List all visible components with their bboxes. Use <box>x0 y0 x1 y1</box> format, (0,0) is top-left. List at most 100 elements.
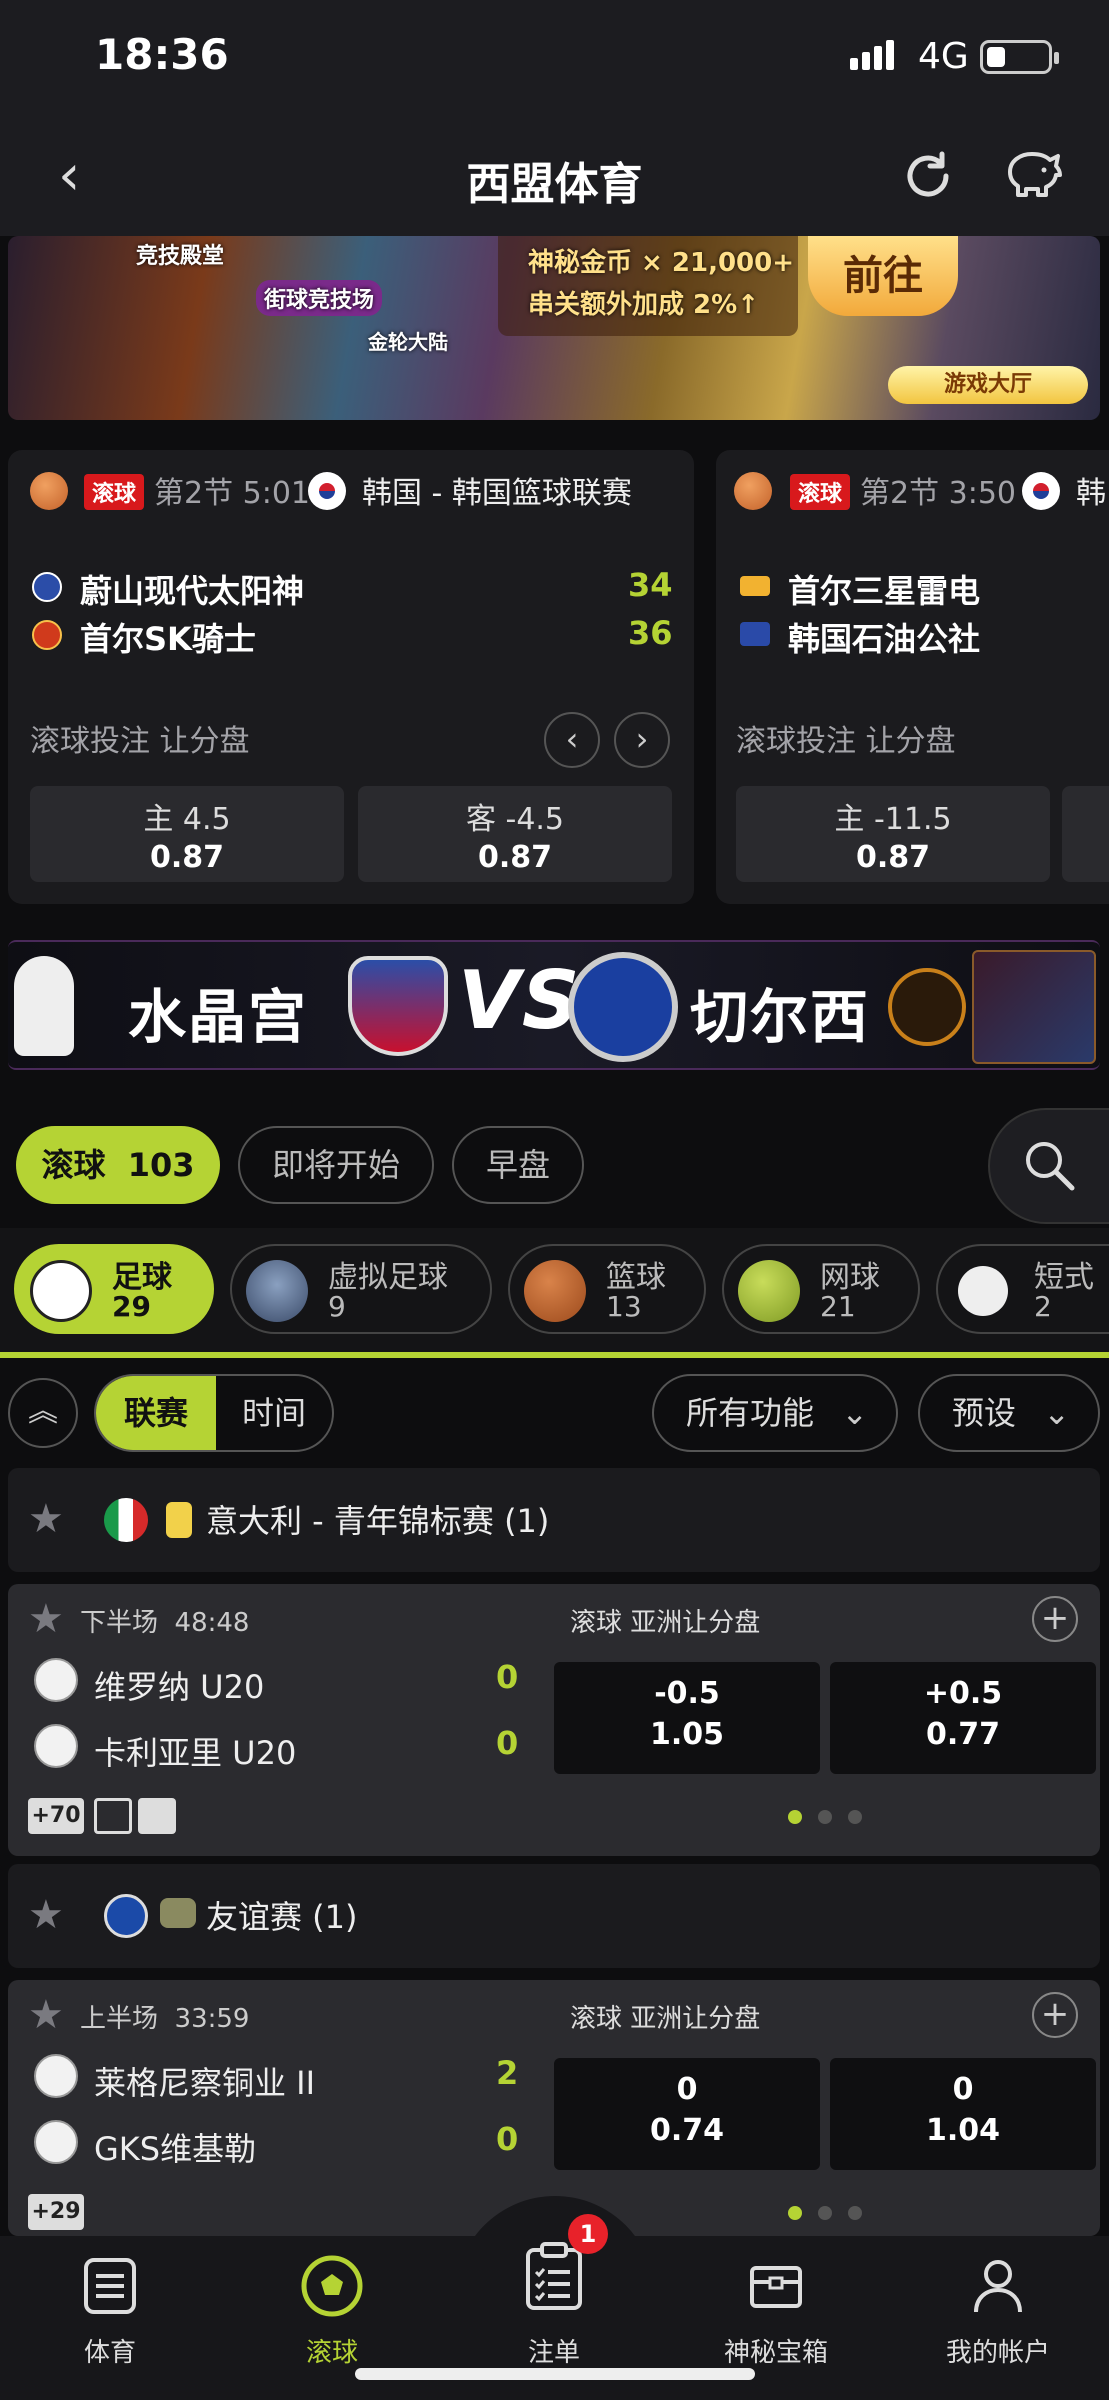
home-score: 2 <box>496 2054 519 2092</box>
basketball-icon <box>734 472 772 510</box>
league-logo <box>160 1898 196 1928</box>
home-indicator <box>355 2368 755 2380</box>
odds-button[interactable]: 0 0.74 <box>554 2058 820 2170</box>
plus-icon[interactable]: + <box>1032 1992 1078 2038</box>
odds-label: 客 -4.5 <box>465 802 565 837</box>
search-button[interactable] <box>988 1108 1109 1224</box>
live-badge: 滚球 <box>84 474 145 510</box>
top-promo-banner[interactable]: 竞技殿堂 街球竞技场 金轮大陆 神秘金币 × 21,000+ 串关额外加成 2%… <box>8 236 1100 420</box>
home-score: 34 <box>628 566 673 604</box>
star-icon[interactable]: ★ <box>28 1496 64 1542</box>
live-badge: 滚球 <box>790 474 851 510</box>
odds-button[interactable]: 0 1.04 <box>830 2058 1096 2170</box>
plus-icon[interactable]: + <box>1032 1596 1078 1642</box>
preset-dropdown-label: 预设 <box>952 1394 1017 1432</box>
league-header[interactable]: ★ 意大利 - 青年锦标赛 (1) <box>8 1468 1100 1572</box>
toggle-league[interactable]: 联赛 <box>96 1376 216 1450</box>
odds-button[interactable]: 主 4.5 0.87 <box>30 786 344 882</box>
odds-button[interactable] <box>1062 786 1109 882</box>
refresh-icon[interactable] <box>900 148 956 204</box>
piggy-bank-icon[interactable] <box>1000 146 1062 204</box>
match-row[interactable]: ★ 下半场 48:48 滚球 亚洲让分盘 + 维罗纳 U20 0 卡利亚里 U2… <box>8 1584 1100 1856</box>
sport-chip-tennis[interactable]: 网球 21 <box>722 1244 920 1334</box>
match-clock: 33:59 <box>174 2004 250 2034</box>
korea-flag-icon <box>1022 472 1060 510</box>
home-score: 0 <box>496 1658 519 1696</box>
international-flag-icon <box>104 1894 148 1938</box>
field-icon[interactable] <box>94 1798 132 1834</box>
reward-line-2: 串关额外加成 2%↑ <box>528 290 759 320</box>
collapse-all-icon[interactable]: ︽ <box>8 1378 78 1448</box>
match-promo-banner[interactable]: 水晶宫 VS 切尔西 <box>8 940 1100 1070</box>
korea-flag-icon <box>308 472 346 510</box>
away-team: 卡利亚里 U20 <box>94 1734 297 1772</box>
odds-line: 0 <box>952 2072 974 2107</box>
view-toggle: 联赛 时间 <box>94 1374 334 1452</box>
match-phase-label: 下半场 <box>80 1608 159 1638</box>
nav-label: 神秘宝箱 <box>723 2338 828 2368</box>
odds-button[interactable]: 客 -4.5 0.87 <box>358 786 672 882</box>
team-logo <box>32 620 62 650</box>
away-team: 韩国石油公社 <box>788 620 981 658</box>
nav-label: 注单 <box>527 2338 580 2368</box>
odds-line: -0.5 <box>654 1676 720 1711</box>
odds-price: 0.87 <box>855 840 931 875</box>
football-icon <box>34 1658 78 1702</box>
sport-chip-football[interactable]: 足球 29 <box>14 1244 214 1334</box>
odds-button[interactable]: +0.5 0.77 <box>830 1662 1096 1774</box>
team-logo <box>740 576 770 596</box>
filter-live[interactable]: 滚球 103 <box>16 1126 220 1204</box>
network-type: 4G <box>918 36 969 77</box>
more-markets-badge[interactable]: +70 <box>28 1798 84 1834</box>
vs-label: VS <box>458 954 582 1047</box>
filter-early[interactable]: 早盘 <box>452 1126 584 1204</box>
team-b-name: 切尔西 <box>690 983 871 1051</box>
sport-count: 2 <box>1034 1290 1052 1323</box>
user-icon <box>974 2260 1022 2313</box>
preset-dropdown[interactable]: 预设 ⌄ <box>918 1374 1100 1452</box>
live-card[interactable]: 滚球 第2节 3:50 韩 首尔三星雷电 韩国石油公社 滚球投注 让分盘 主 -… <box>716 450 1109 904</box>
sport-chip-virtual-football[interactable]: 虚拟足球 9 <box>230 1244 492 1334</box>
star-icon[interactable]: ★ <box>28 1992 64 2038</box>
match-period: 第2节 3:50 <box>860 476 1016 511</box>
star-icon[interactable]: ★ <box>28 1892 64 1938</box>
league-name: 韩 <box>1076 476 1106 511</box>
home-team: 莱格尼察铜业 II <box>94 2064 316 2102</box>
league-name: 意大利 - 青年锦标赛 (1) <box>206 1502 550 1540</box>
premier-league-logo <box>14 956 74 1056</box>
football-icon <box>34 2054 78 2098</box>
league-header[interactable]: ★ 友谊赛 (1) <box>8 1864 1100 1968</box>
nav-label: 体育 <box>83 2338 136 2368</box>
filter-upcoming[interactable]: 即将开始 <box>238 1126 434 1204</box>
sport-count: 21 <box>820 1290 856 1323</box>
features-dropdown[interactable]: 所有功能 ⌄ <box>652 1374 898 1452</box>
stats-icon[interactable] <box>138 1798 176 1834</box>
banner-go-button[interactable]: 前往 <box>808 236 958 316</box>
odds-line: +0.5 <box>923 1676 1003 1711</box>
toggle-time[interactable]: 时间 <box>216 1376 332 1450</box>
home-team: 蔚山现代太阳神 <box>80 572 305 610</box>
team-logo <box>32 572 62 602</box>
odds-button[interactable]: 主 -11.5 0.87 <box>736 786 1050 882</box>
football-icon <box>34 1724 78 1768</box>
football-icon <box>34 2120 78 2164</box>
sport-chip-short-format[interactable]: 短式 2 <box>936 1244 1109 1334</box>
virtual-football-icon <box>246 1260 308 1322</box>
star-icon[interactable]: ★ <box>28 1596 64 1642</box>
list-icon <box>84 2258 136 2314</box>
odds-button[interactable]: -0.5 1.05 <box>554 1662 820 1774</box>
league-name: 友谊赛 (1) <box>206 1898 358 1936</box>
odds-price: 0.74 <box>649 2113 725 2148</box>
betslip-count-badge: 1 <box>568 2214 608 2254</box>
prev-arrow-icon[interactable]: ‹ <box>544 712 600 768</box>
trophy-icon <box>888 968 966 1046</box>
more-markets-badge[interactable]: +29 <box>28 2194 84 2230</box>
live-card[interactable]: 滚球 第2节 5:01 韩国 - 韩国篮球联赛 蔚山现代太阳神 34 首尔SK骑… <box>8 450 694 904</box>
clipboard-icon <box>526 2242 582 2310</box>
crystal-palace-crest <box>348 956 448 1056</box>
match-period: 第2节 5:01 <box>154 476 310 511</box>
sport-chip-basketball[interactable]: 篮球 13 <box>508 1244 706 1334</box>
next-arrow-icon[interactable]: › <box>614 712 670 768</box>
market-label: 滚球投注 让分盘 <box>30 724 250 759</box>
signal-icon <box>850 40 898 70</box>
